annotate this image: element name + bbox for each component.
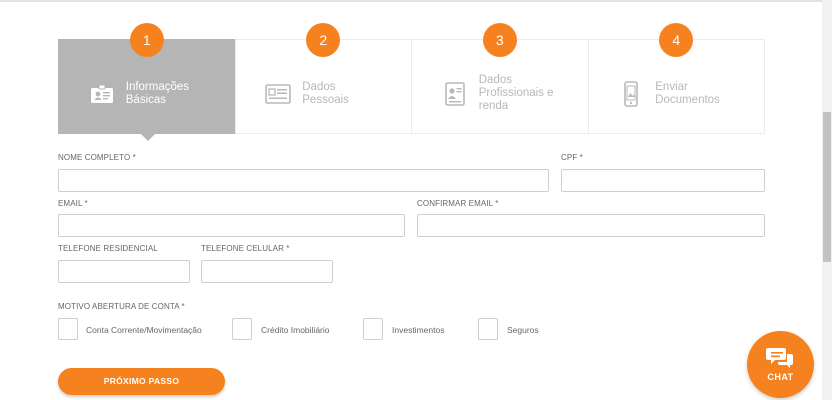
step-2-dados-pessoais[interactable]: 2 Dados Pessoais <box>234 23 412 134</box>
professional-badge-icon <box>444 81 465 106</box>
credito-imobiliario-checkbox[interactable] <box>232 318 252 340</box>
chat-button[interactable]: CHAT <box>747 331 814 398</box>
proximo-passo-button[interactable]: PRÓXIMO PASSO <box>58 368 225 395</box>
telefone-residencial-label: TELEFONE RESIDENCIAL <box>58 244 158 253</box>
top-divider <box>0 0 822 2</box>
investimentos-label: Investimentos <box>392 325 445 335</box>
step-number: 1 <box>129 23 164 57</box>
telefone-celular-label: TELEFONE CELULAR * <box>201 244 290 253</box>
investimentos-checkbox[interactable] <box>363 318 383 340</box>
conta-corrente-label: Conta Corrente/Movimentação <box>86 325 202 335</box>
email-input[interactable] <box>58 214 405 237</box>
id-card-icon <box>90 84 113 103</box>
nome-completo-input[interactable] <box>58 169 549 192</box>
seguros-label: Seguros <box>507 325 539 335</box>
page-scrollbar[interactable] <box>822 0 832 400</box>
confirmar-email-input[interactable] <box>417 214 765 237</box>
step-3-dados-profissionais[interactable]: 3 Dados Profissionais e renda <box>411 23 589 134</box>
confirmar-email-label: CONFIRMAR EMAIL * <box>417 199 499 208</box>
seguros-checkbox[interactable] <box>478 318 498 340</box>
telefone-celular-input[interactable] <box>201 260 333 283</box>
step-indicator: 1 Informações Básicas 2 Dados Pessoais 3… <box>58 23 765 141</box>
chat-bubbles-icon <box>766 348 793 368</box>
step-number: 4 <box>659 23 694 57</box>
step-label: Dados Profissionais e renda <box>478 74 554 112</box>
motivo-abertura-label: MOTIVO ABERTURA DE CONTA * <box>58 302 185 311</box>
mobile-phone-icon <box>624 80 639 107</box>
telefone-residencial-input[interactable] <box>58 260 190 283</box>
email-label: EMAIL * <box>58 199 88 208</box>
step-label: Dados Pessoais <box>302 80 349 106</box>
chat-label: CHAT <box>767 372 794 382</box>
step-label: Informações Básicas <box>125 80 190 106</box>
step-4-enviar-documentos[interactable]: 4 Enviar Documentos <box>587 23 765 134</box>
step-number: 3 <box>482 23 517 57</box>
nome-completo-label: NOME COMPLETO * <box>58 153 136 162</box>
step-number: 2 <box>306 23 341 57</box>
step-1-informacoes-basicas[interactable]: 1 Informações Básicas <box>58 23 236 141</box>
step-label: Enviar Documentos <box>655 80 720 106</box>
cpf-label: CPF * <box>561 153 583 162</box>
form-document-icon <box>265 83 292 104</box>
credito-imobiliario-label: Crédito Imobiliário <box>261 325 330 335</box>
conta-corrente-checkbox[interactable] <box>58 318 78 340</box>
scrollbar-thumb[interactable] <box>823 112 831 262</box>
cpf-input[interactable] <box>561 169 765 192</box>
